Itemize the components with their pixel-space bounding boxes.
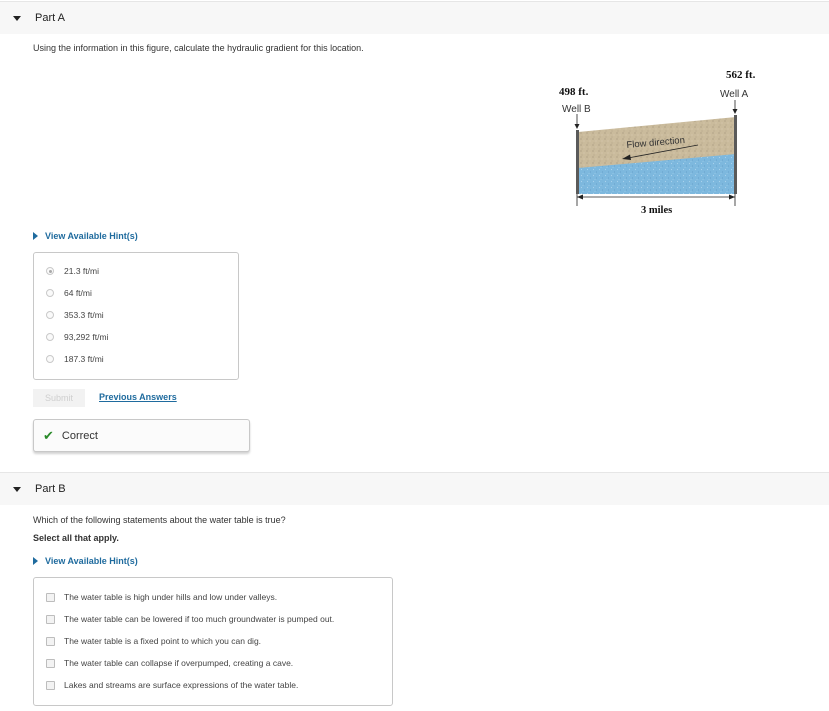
expand-caret-icon [33,557,38,565]
checkbox[interactable] [46,592,55,602]
radio-button[interactable] [46,333,54,341]
feedback-label: Correct [61,429,98,442]
distance-left-arrowhead-icon [577,194,583,200]
part-b-hint-label: View Available Hint(s) [45,556,138,566]
option-row[interactable]: The water table can be lowered if too mu… [46,614,334,624]
option-row[interactable]: The water table is high under hills and … [46,592,277,602]
radio-button[interactable] [46,311,54,319]
part-a-hint-label: View Available Hint(s) [45,231,138,241]
collapse-caret-icon[interactable] [13,486,21,492]
part-a-title: Part A [35,12,65,24]
part-b-question: Which of the following statements about … [33,515,286,525]
option-label: The water table is high under hills and … [64,592,278,602]
part-b-hint-toggle[interactable]: View Available Hint(s) [33,556,138,566]
option-row[interactable]: 93,292 ft/mi [46,332,108,342]
option-label: 353.3 ft/mi [64,310,104,320]
option-row[interactable]: Lakes and streams are surface expression… [46,680,298,690]
option-row[interactable]: The water table can collapse if overpump… [46,658,293,668]
well-a-label: Well A [720,89,749,100]
option-row[interactable]: 21.3 ft/mi [46,266,99,276]
well-b-label: Well B [562,104,591,115]
radio-button[interactable] [46,267,54,275]
part-b-title: Part B [35,483,66,495]
part-a-question: Using the information in this figure, ca… [33,43,364,53]
checkbox[interactable] [46,680,55,690]
option-row[interactable]: The water table is a fixed point to whic… [46,636,261,646]
part-a-header[interactable]: Part A [0,1,829,34]
checkbox[interactable] [46,636,55,646]
part-b-header[interactable]: Part B [0,472,829,505]
well-b-elevation: 498 ft. [559,86,589,98]
option-label: 21.3 ft/mi [64,266,99,276]
well-b-shaft [576,130,579,194]
option-label: The water table can collapse if overpump… [64,658,294,668]
option-label: 93,292 ft/mi [64,332,109,342]
well-a-arrowhead-icon [732,109,738,114]
well-a-shaft [734,115,737,194]
distance-right-arrowhead-icon [729,194,735,200]
distance-label: 3 miles [641,205,673,216]
part-a-options-box: 21.3 ft/mi 64 ft/mi 353.3 ft/mi 93,292 f… [33,252,239,380]
option-row[interactable]: 187.3 ft/mi [46,354,104,364]
radio-button[interactable] [46,289,54,297]
option-label: 64 ft/mi [64,288,92,298]
checkmark-icon: ✔ [43,427,54,443]
checkbox[interactable] [46,658,55,668]
option-label: The water table can be lowered if too mu… [64,614,335,624]
option-row[interactable]: 64 ft/mi [46,288,92,298]
checkbox[interactable] [46,614,55,624]
expand-caret-icon [33,232,38,240]
radio-button[interactable] [46,355,54,363]
option-label: Lakes and streams are surface expression… [64,680,299,690]
submit-button[interactable]: Submit [33,389,85,407]
well-a-elevation: 562 ft. [726,69,756,81]
feedback-box: ✔ Correct [33,419,250,452]
collapse-caret-icon[interactable] [13,15,21,21]
hydraulic-figure: 498 ft. Well B 562 ft. Well A Flow direc… [556,66,766,218]
previous-answers-link[interactable]: Previous Answers [99,392,177,402]
well-b-arrowhead-icon [574,124,580,129]
option-label: The water table is a fixed point to whic… [64,636,262,646]
part-b-instruction: Select all that apply. [33,533,119,543]
option-label: 187.3 ft/mi [64,354,104,364]
part-a-hint-toggle[interactable]: View Available Hint(s) [33,231,138,241]
option-row[interactable]: 353.3 ft/mi [46,310,104,320]
part-b-options-box: The water table is high under hills and … [33,577,393,706]
